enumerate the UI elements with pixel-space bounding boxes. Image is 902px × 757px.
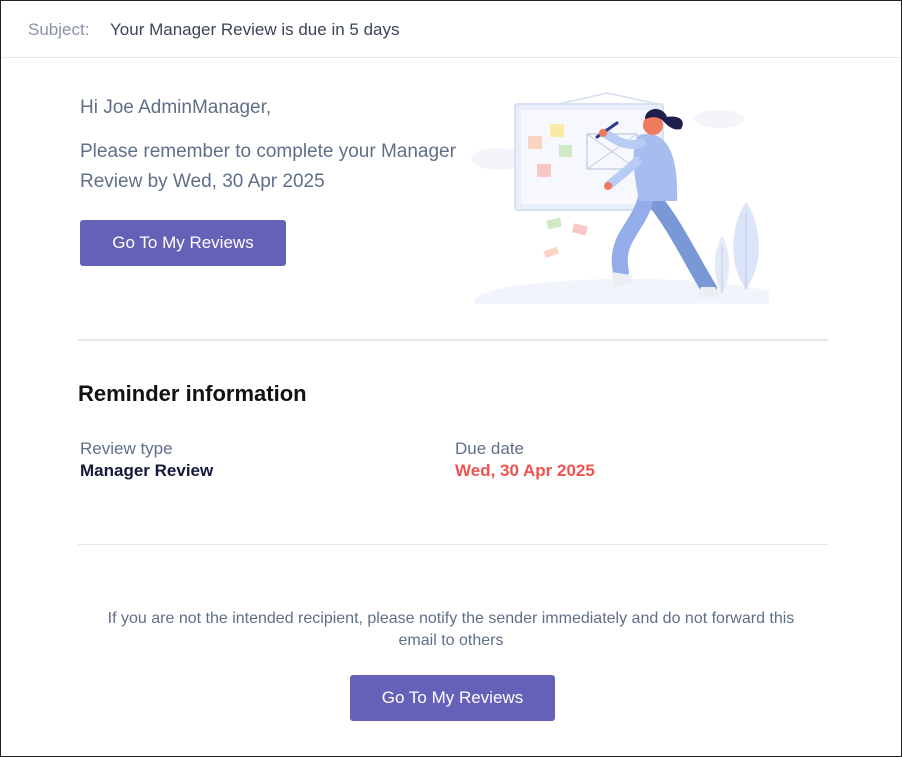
review-type-label: Review type [80,439,173,458]
due-date-label: Due date [455,439,524,458]
reminder-message: Please remember to complete your Manager… [80,141,456,192]
email-frame: Subject: Your Manager Review is due in 5… [0,0,902,757]
go-to-my-reviews-button[interactable]: Go To My Reviews [80,220,286,266]
subject-text: Your Manager Review is due in 5 days [110,20,400,39]
due-date-value: Wed, 30 Apr 2025 [455,461,595,480]
section-divider [78,339,828,341]
section-divider [78,544,828,545]
subject-label: Subject: [28,20,90,39]
recipient-notice: If you are not the intended recipient, p… [107,610,795,649]
person-drawing-illustration [471,92,769,304]
review-type-value: Manager Review [80,461,214,480]
reminder-information-heading: Reminder information [78,381,307,406]
subject-bar: Subject: Your Manager Review is due in 5… [1,1,901,58]
greeting: Hi Joe AdminManager, [80,97,272,118]
go-to-my-reviews-button-footer[interactable]: Go To My Reviews [350,675,555,721]
